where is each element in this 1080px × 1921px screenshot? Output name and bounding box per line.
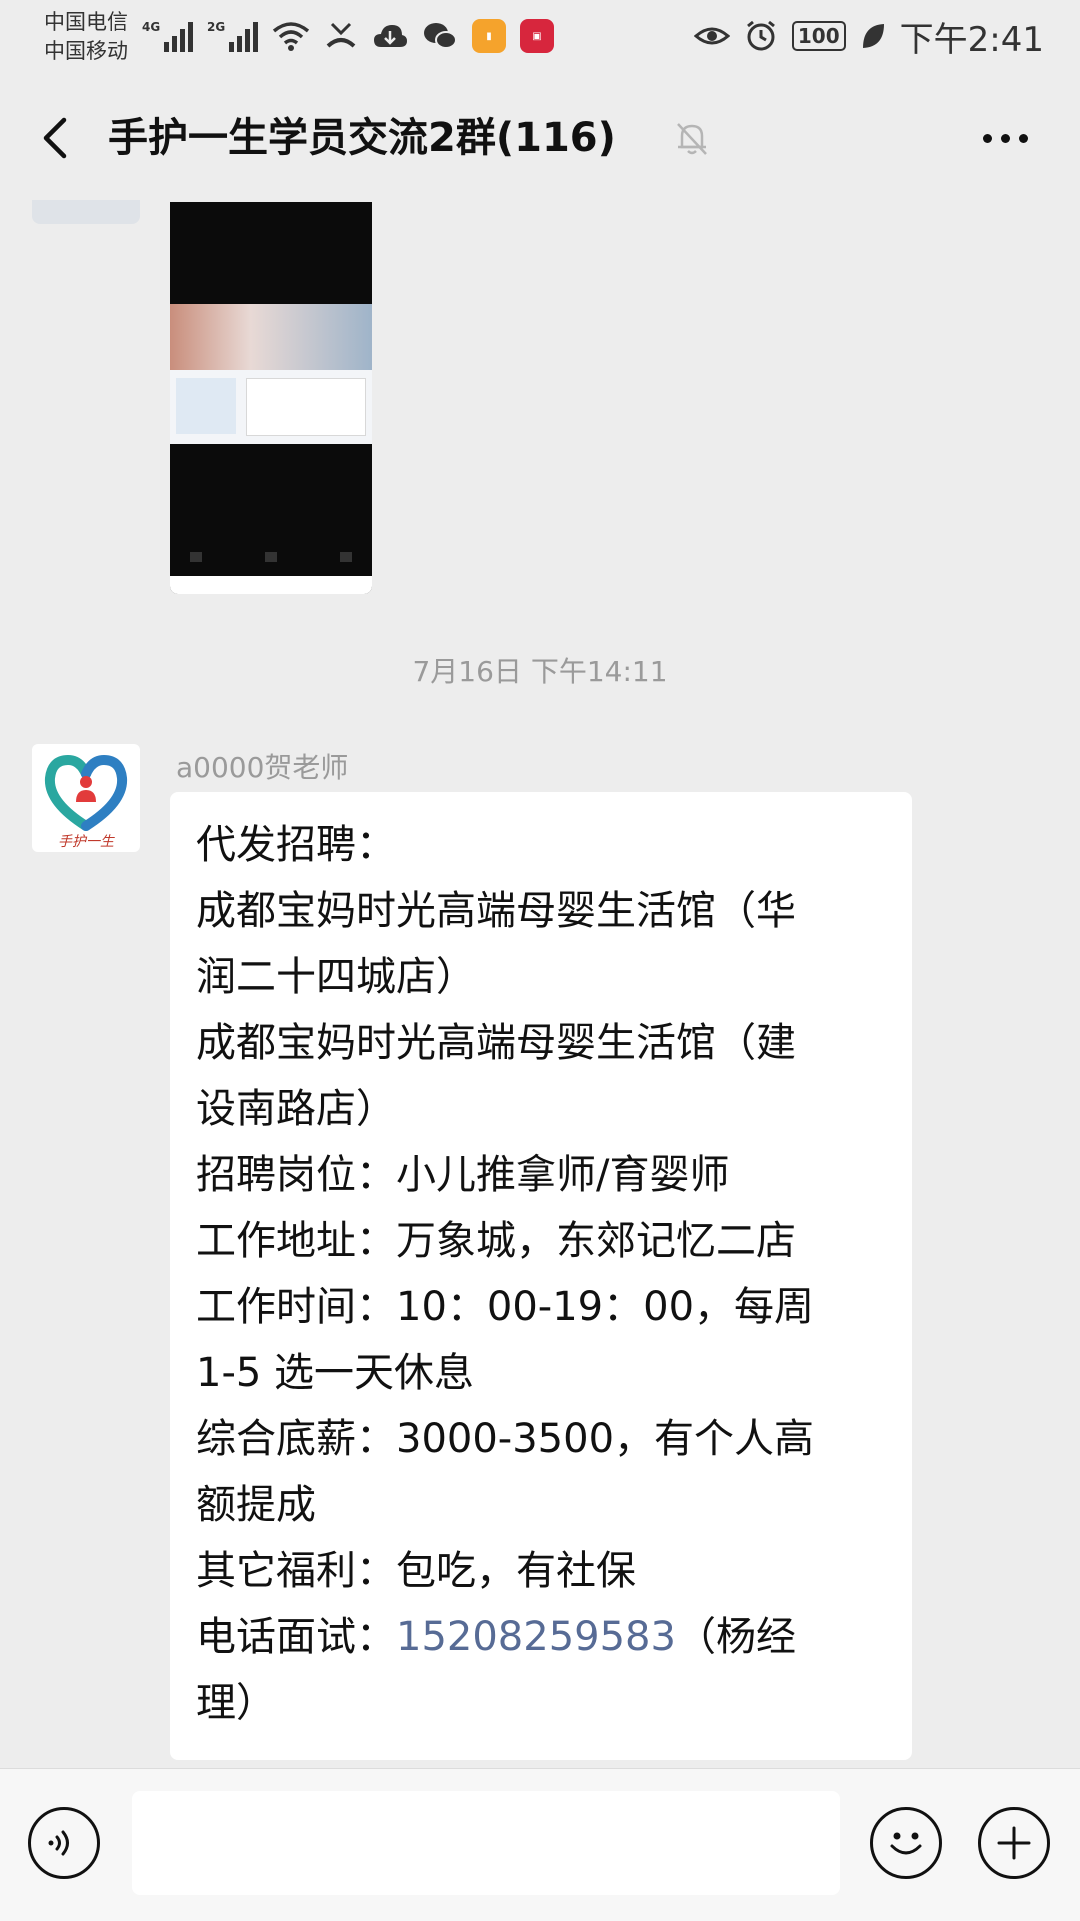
message-line: 额提成 [196, 1482, 316, 1528]
phone-prefix: 电话面试： [196, 1614, 396, 1660]
message-line: 代发招聘： [196, 822, 396, 868]
input-bar [0, 1768, 1080, 1921]
message-line: 工作时间：10：00-19：00，每周 [196, 1284, 815, 1330]
app-icon: ▮ [472, 19, 506, 53]
message-bubble[interactable]: 代发招聘： 成都宝妈时光高端母婴生活馆（华 润二十四城店） 成都宝妈时光高端母婴… [170, 792, 912, 1760]
message-line: 1-5 选一天休息 [196, 1350, 475, 1396]
message-line: 润二十四城店） [196, 954, 476, 1000]
heart-hands-logo: 手护一生 [44, 754, 128, 850]
chat-header: 手护一生学员交流2群(116) [0, 76, 1080, 200]
status-icons-left: 4G 2G ▮ ▣ [142, 14, 554, 58]
emoji-button[interactable] [870, 1807, 942, 1879]
message-line: 工作地址：万象城，东郊记忆二店 [196, 1218, 796, 1264]
wechat-icon [424, 23, 457, 49]
plus-icon [997, 1826, 1031, 1860]
signal-icon: 4G [142, 20, 193, 52]
phone-number-link[interactable]: 15208259583 [396, 1614, 676, 1660]
image-message-thumbnail[interactable] [170, 202, 372, 594]
network-type-1: 4G [142, 20, 161, 34]
back-arrow-icon [43, 117, 67, 159]
eye-icon [693, 27, 730, 45]
previous-message-bubble[interactable] [32, 200, 140, 224]
message-line: 招聘岗位：小儿推拿师/育婴师 [196, 1152, 730, 1198]
mall-app-icon: ▣ [520, 19, 554, 53]
message-timestamp: 7月16日 下午14:11 [412, 655, 668, 688]
leaf-icon [862, 24, 884, 48]
phone-suffix: （杨经 [675, 1614, 796, 1660]
carrier-labels: 中国电信 中国移动 [44, 8, 128, 66]
status-icons-right: 100 下午2:41 [693, 14, 1044, 60]
cloud-icon [374, 25, 407, 47]
status-time: 下午2:41 [899, 19, 1044, 60]
message-line: 设南路店） [196, 1086, 396, 1132]
alarm-icon [746, 20, 775, 51]
message-line: 综合底薪：3000-3500，有个人高 [196, 1416, 815, 1462]
message-line: 其它福利：包吃，有社保 [196, 1548, 636, 1594]
voice-button[interactable] [28, 1807, 100, 1879]
message-line: 成都宝妈时光高端母婴生活馆（建 [196, 1020, 796, 1066]
mute-bell-icon [677, 123, 707, 155]
message-line: 成都宝妈时光高端母婴生活馆（华 [196, 888, 796, 934]
missed-call-icon [326, 22, 356, 48]
chat-title: 手护一生学员交流2群(116) [108, 115, 616, 161]
back-button[interactable] [30, 108, 90, 168]
voice-icon [48, 1830, 69, 1856]
message-list[interactable]: 7月16日 下午14:11 手护一生 a0000贺老师 代发招聘： 成都宝妈时光… [0, 200, 1080, 1760]
wifi-icon [272, 22, 310, 51]
carrier-2: 中国移动 [44, 39, 128, 63]
message-input[interactable] [132, 1791, 840, 1895]
carrier-1: 中国电信 [44, 10, 128, 34]
phone-line: 电话面试：15208259583（杨经 [196, 1604, 888, 1670]
signal-icon: 2G [207, 20, 258, 52]
network-type-2: 2G [207, 20, 226, 34]
message-line: 理） [196, 1680, 276, 1726]
sender-name: a0000贺老师 [176, 751, 349, 784]
svg-text:手护一生: 手护一生 [58, 834, 115, 850]
avatar[interactable]: 手护一生 [32, 744, 140, 852]
emoji-icon [890, 1832, 922, 1855]
battery-icon: 100 [791, 21, 846, 51]
plus-button[interactable] [978, 1807, 1050, 1879]
more-icon[interactable] [970, 108, 1040, 168]
status-bar: 中国电信 中国移动 4G 2G ▮ ▣ 100 下午2:41 [0, 0, 1080, 76]
